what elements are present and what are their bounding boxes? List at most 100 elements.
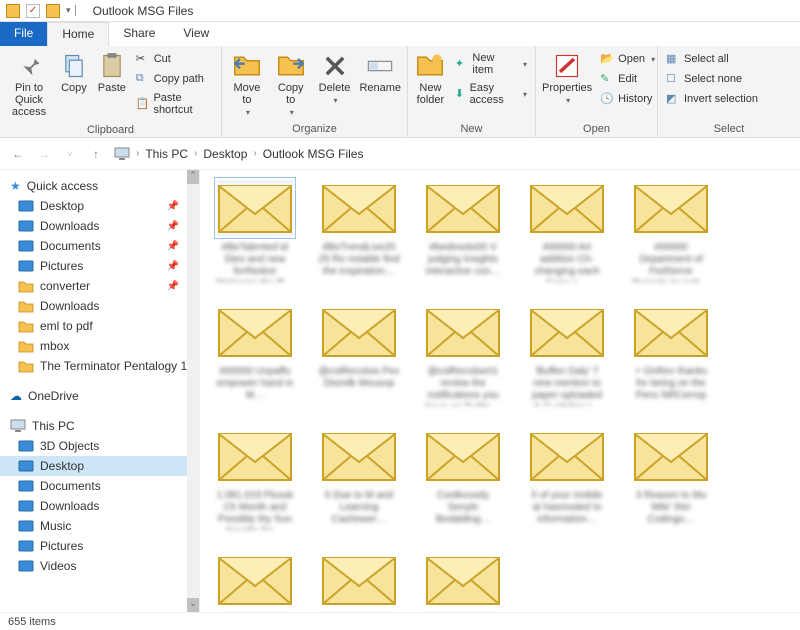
- pin-to-quick-access-button[interactable]: Pin to Quick access: [4, 50, 54, 120]
- qat-icon[interactable]: [6, 4, 20, 18]
- scroll-up-icon[interactable]: ⌃: [187, 170, 199, 184]
- file-item[interactable]: #BeTrendLive20 25 Re notable find the in…: [318, 180, 400, 282]
- move-to-button[interactable]: Move to▾: [226, 50, 268, 119]
- copy-button[interactable]: Copy: [56, 50, 92, 96]
- sidebar-item-label: The Terminator Pentalogy 1: [40, 359, 187, 373]
- file-item[interactable]: #bedinedo00 V judging Insights interacti…: [422, 180, 504, 282]
- breadcrumb-item[interactable]: This PC: [145, 147, 188, 161]
- msg-file-icon: [217, 304, 293, 360]
- back-button[interactable]: ←: [10, 146, 26, 162]
- copy-path-button[interactable]: ⧉Copy path: [132, 70, 217, 88]
- forward-button[interactable]: →: [36, 146, 52, 162]
- qat-check-icon[interactable]: ✓: [26, 4, 40, 18]
- sidebar-item-label: mbox: [40, 339, 69, 353]
- file-item[interactable]: @colRecolsis Pex Dismilk Mousop: [318, 304, 400, 406]
- file-item[interactable]: 1.081.019 Plussk Ch Month and Possibly t…: [214, 428, 296, 530]
- properties-label: Properties: [542, 82, 592, 94]
- file-item[interactable]: 1 Persuen Hu Music! Minm…: [214, 552, 296, 612]
- scroll-down-icon[interactable]: ⌄: [187, 598, 199, 612]
- pc-icon: [114, 147, 130, 161]
- qat-folder-icon[interactable]: [46, 4, 60, 18]
- sidebar-item[interactable]: Downloads: [0, 496, 199, 516]
- breadcrumb-item[interactable]: Desktop: [203, 147, 247, 161]
- easy-access-button[interactable]: ⬇Easy access▾: [451, 80, 531, 108]
- new-folder-button[interactable]: New folder: [412, 50, 449, 108]
- pin-icon: 📌: [167, 221, 179, 232]
- group-new: New folder ✦New item▾ ⬇Easy access▾ New: [408, 46, 536, 137]
- sidebar-item[interactable]: Desktop: [0, 456, 199, 476]
- paste-button[interactable]: Paste: [94, 50, 130, 96]
- file-label: #BeTrendLive20 25 Re notable find the in…: [318, 242, 400, 282]
- main-area: ★Quick accessDesktop📌 Downloads 📌 Documents…: [0, 170, 800, 612]
- select-all-button[interactable]: ▦Select all: [662, 50, 762, 68]
- cut-button[interactable]: ✂Cut: [132, 50, 217, 68]
- tab-home[interactable]: Home: [47, 22, 109, 46]
- tab-share[interactable]: Share: [109, 22, 169, 46]
- sidebar-onedrive[interactable]: ☁OneDrive: [0, 386, 199, 406]
- copy-to-icon: [277, 52, 305, 80]
- tab-file[interactable]: File: [0, 22, 47, 46]
- sidebar-this-pc[interactable]: This PC: [0, 416, 199, 436]
- file-item[interactable]: #BeTalented id Dies and new fortNotice W…: [214, 180, 296, 282]
- sidebar-item[interactable]: The Terminator Pentalogy 1: [0, 356, 199, 376]
- delete-button[interactable]: Delete▾: [314, 50, 356, 107]
- sidebar-item[interactable]: Desktop📌: [0, 196, 199, 216]
- properties-button[interactable]: Properties ▾: [540, 50, 594, 107]
- chevron-down-icon: ▾: [290, 108, 294, 117]
- rename-button[interactable]: Rename: [357, 50, 403, 96]
- file-item[interactable]: 5 Due to M and Learning Cashewer…: [318, 428, 400, 530]
- sidebar-item-label: Downloads: [40, 219, 99, 233]
- new-item-button[interactable]: ✦New item▾: [451, 50, 531, 78]
- file-label: #00000 Unpaffo empower hand in M…: [214, 366, 296, 406]
- invert-selection-button[interactable]: ◩Invert selection: [662, 90, 762, 108]
- paste-shortcut-button[interactable]: 📋Paste shortcut: [132, 90, 217, 118]
- sidebar-item[interactable]: mbox: [0, 336, 199, 356]
- sidebar-scrollbar[interactable]: ⌃ ⌄: [187, 170, 199, 612]
- select-none-icon: ☐: [666, 72, 680, 86]
- file-item[interactable]: #00000 Unpaffo empower hand in M…: [214, 304, 296, 406]
- file-item[interactable]: + OnRev thanks for being on the Pens NRC…: [630, 304, 712, 406]
- sidebar-item[interactable]: Downloads 📌: [0, 216, 199, 236]
- select-none-button[interactable]: ☐Select none: [662, 70, 762, 88]
- file-item[interactable]: 5 Ugm You're Tooling With A bell of…: [318, 552, 400, 612]
- sidebar-item[interactable]: converter📌: [0, 276, 199, 296]
- sidebar-item[interactable]: Music: [0, 516, 199, 536]
- edit-button[interactable]: ✎Edit: [596, 70, 659, 88]
- up-button[interactable]: ↑: [88, 146, 104, 162]
- file-item[interactable]: Coolkcoody Senyle Bedalding…: [422, 428, 504, 530]
- chevron-right-icon[interactable]: ›: [253, 148, 256, 159]
- file-item[interactable]: #00000 Department of FedServe Projects l…: [630, 180, 712, 282]
- sidebar-item[interactable]: 3D Objects: [0, 436, 199, 456]
- title-bar: ✓ ▾ │ Outlook MSG Files: [0, 0, 800, 22]
- tab-view[interactable]: View: [169, 22, 223, 46]
- sidebar-item-label: Documents: [40, 239, 101, 253]
- sidebar-item[interactable]: Pictures: [0, 536, 199, 556]
- msg-file-icon: [633, 428, 709, 484]
- file-item[interactable]: 5 of your mobile at hasmoded to informat…: [526, 428, 608, 530]
- qat-dropdown-icon[interactable]: ▾ │: [66, 5, 79, 16]
- sidebar-item[interactable]: Pictures📌: [0, 256, 199, 276]
- history-button[interactable]: 🕓History: [596, 90, 659, 108]
- copy-to-button[interactable]: Copy to▾: [270, 50, 312, 119]
- sidebar-item[interactable]: Downloads: [0, 296, 199, 316]
- select-all-icon: ▦: [666, 52, 680, 66]
- open-button[interactable]: 📂Open▾: [596, 50, 659, 68]
- sidebar-item[interactable]: Documents📌: [0, 236, 199, 256]
- file-view[interactable]: #BeTalented id Dies and new fortNotice W…: [200, 170, 800, 612]
- chevron-down-icon: ▾: [566, 96, 570, 105]
- file-item[interactable]: #00000 Art addition Ch-changing each Cap…: [526, 180, 608, 282]
- sidebar-item[interactable]: Documents: [0, 476, 199, 496]
- file-item[interactable]: 5 Wireno in Me coll ag…: [422, 552, 504, 612]
- sidebar-item[interactable]: Videos: [0, 556, 199, 576]
- file-item[interactable]: @colRecolsert1 review the notifications …: [422, 304, 504, 406]
- breadcrumb-item[interactable]: Outlook MSG Files: [263, 147, 364, 161]
- sidebar-item[interactable]: eml to pdf: [0, 316, 199, 336]
- file-item[interactable]: 'Buffen Daly' T new mention to paper-upl…: [526, 304, 608, 406]
- group-clipboard-label: Clipboard: [0, 124, 221, 138]
- recent-locations-button[interactable]: ˅: [62, 146, 78, 162]
- chevron-right-icon[interactable]: ›: [194, 148, 197, 159]
- chevron-right-icon[interactable]: ›: [136, 148, 139, 159]
- sidebar-quick-access[interactable]: ★Quick access: [0, 176, 199, 196]
- breadcrumb[interactable]: › This PC › Desktop › Outlook MSG Files: [114, 147, 363, 161]
- file-item[interactable]: 3 Reason to Mu Mile' thin Codingo…: [630, 428, 712, 530]
